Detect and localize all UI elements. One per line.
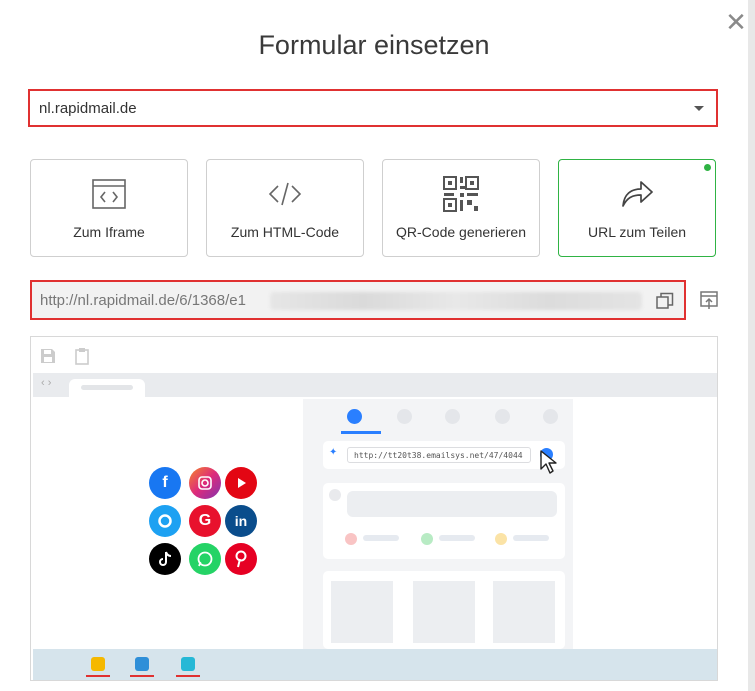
iframe-icon: [31, 176, 187, 212]
save-icon: [39, 347, 57, 365]
code-icon: [207, 176, 363, 212]
browser-chrome: ‹ ›: [33, 373, 717, 397]
mouse-cursor-icon: [539, 449, 561, 480]
tiktok-icon: [149, 543, 181, 575]
domain-select-value: nl.rapidmail.de: [39, 100, 137, 117]
qr-code-icon: [383, 176, 539, 212]
whatsapp-icon: [189, 543, 221, 575]
copy-icon[interactable]: [656, 292, 674, 310]
youtube-icon: [225, 467, 257, 499]
facebook-icon: f: [149, 467, 181, 499]
browser-nav-icon: ‹ ›: [41, 377, 52, 389]
option-label: Zum HTML-Code: [230, 224, 340, 240]
option-label: QR-Code generieren: [396, 224, 526, 240]
browser-tab: [69, 379, 145, 397]
taskbar-app-icon: [135, 657, 149, 671]
google-icon: G: [189, 505, 221, 537]
option-label: Zum Iframe: [73, 224, 145, 240]
preview-steps: [321, 405, 565, 434]
share-url-value: http://nl.rapidmail.de/6/1368/e1: [40, 292, 246, 309]
share-url-redacted: [270, 292, 642, 310]
preview-taskbar: [33, 649, 717, 680]
pinterest-icon: [225, 543, 257, 575]
share-arrow-icon: [559, 176, 715, 212]
option-share-url[interactable]: URL zum Teilen: [558, 159, 716, 257]
share-preview-illustration: ‹ › f G in ✦ http://tt20t38.emailsys.net…: [30, 336, 718, 681]
active-indicator: [704, 164, 711, 171]
add-icon: ✦: [329, 447, 338, 458]
taskbar-app-icon: [91, 657, 105, 671]
preview-card: [323, 571, 565, 649]
instagram-icon: [189, 467, 221, 499]
dialog-title: Formular einsetzen: [258, 30, 490, 60]
signal-icon: [149, 505, 181, 537]
option-html-code[interactable]: Zum HTML-Code: [206, 159, 364, 257]
preview-url-bar: ✦ http://tt20t38.emailsys.net/47/4044: [323, 441, 565, 469]
embed-form-dialog: ✕ Formular einsetzen nl.rapidmail.de Zum…: [0, 0, 748, 691]
domain-select[interactable]: nl.rapidmail.de: [28, 89, 718, 127]
taskbar-app-icon: [181, 657, 195, 671]
option-qr-code[interactable]: QR-Code generieren: [382, 159, 540, 257]
chevron-down-icon: [694, 106, 704, 111]
open-external-icon[interactable]: [699, 290, 719, 310]
preview-card: [323, 483, 565, 559]
option-label: URL zum Teilen: [587, 224, 687, 240]
scrollbar[interactable]: [748, 0, 755, 691]
share-url-field[interactable]: http://nl.rapidmail.de/6/1368/e1: [30, 280, 686, 320]
preview-url-text: http://tt20t38.emailsys.net/47/4044: [347, 447, 531, 463]
preview-form-panel: ✦ http://tt20t38.emailsys.net/47/4044: [303, 399, 573, 649]
option-iframe[interactable]: Zum Iframe: [30, 159, 188, 257]
linkedin-icon: in: [225, 505, 257, 537]
clipboard-icon: [73, 347, 91, 365]
